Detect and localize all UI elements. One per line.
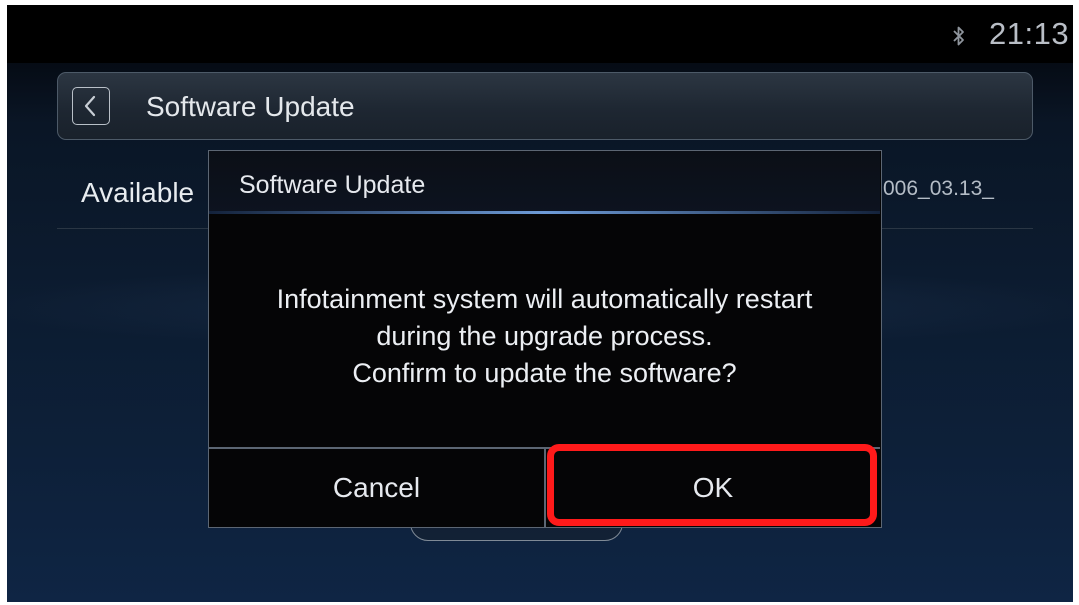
- confirm-dialog: Software Update Infotainment system will…: [208, 150, 882, 528]
- available-label: Available: [81, 177, 195, 208]
- header-divider: [209, 211, 880, 214]
- ok-button[interactable]: OK: [546, 449, 880, 527]
- title-bar: Software Update: [57, 72, 1033, 140]
- dialog-title: Software Update: [239, 171, 426, 199]
- dialog-message: Infotainment system will automatically r…: [209, 281, 880, 392]
- page-title: Software Update: [146, 91, 355, 122]
- message-line: Infotainment system will automatically r…: [276, 284, 813, 314]
- status-bar: 21:13: [7, 5, 1073, 63]
- clock: 21:13: [989, 16, 1070, 51]
- message-line: Confirm to update the software?: [352, 358, 737, 388]
- cancel-button[interactable]: Cancel: [209, 449, 544, 527]
- bluetooth-icon: [952, 24, 966, 48]
- message-line: during the upgrade process.: [376, 321, 713, 351]
- version-value: 006_03.13_: [883, 177, 994, 200]
- back-button[interactable]: [72, 87, 110, 125]
- infotainment-screen: 21:13 Software Update Available 006_03.1…: [7, 5, 1073, 602]
- dialog-header: Software Update: [209, 151, 880, 214]
- chevron-left-icon: [84, 95, 96, 117]
